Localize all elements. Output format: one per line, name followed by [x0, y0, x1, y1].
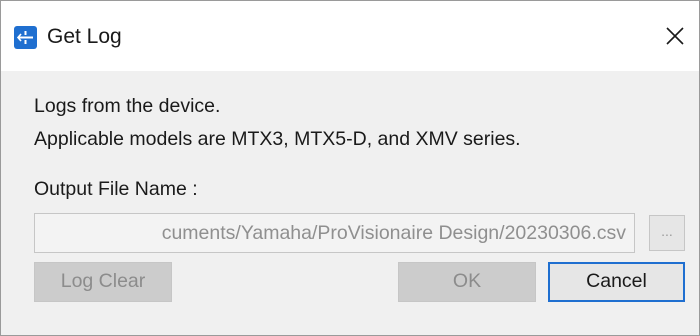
- output-file-path-text: cuments/Yamaha/ProVisionaire Design/2023…: [161, 222, 626, 244]
- log-clear-button: Log Clear: [34, 262, 172, 302]
- close-icon: [666, 27, 684, 45]
- window-title: Get Log: [47, 25, 122, 48]
- description-line-1: Logs from the device.: [34, 95, 221, 117]
- output-file-name-label: Output File Name :: [34, 178, 198, 200]
- cancel-button[interactable]: Cancel: [548, 262, 685, 302]
- output-file-path-field: cuments/Yamaha/ProVisionaire Design/2023…: [34, 213, 635, 253]
- get-log-dialog: Get Log Logs from the device. Applicable…: [0, 0, 700, 336]
- title-bar: Get Log: [1, 1, 699, 71]
- browse-button: ...: [649, 215, 685, 251]
- app-icon: [14, 26, 37, 49]
- description-line-2: Applicable models are MTX3, MTX5-D, and …: [34, 128, 521, 150]
- close-button[interactable]: [655, 15, 695, 59]
- ok-button: OK: [398, 262, 536, 302]
